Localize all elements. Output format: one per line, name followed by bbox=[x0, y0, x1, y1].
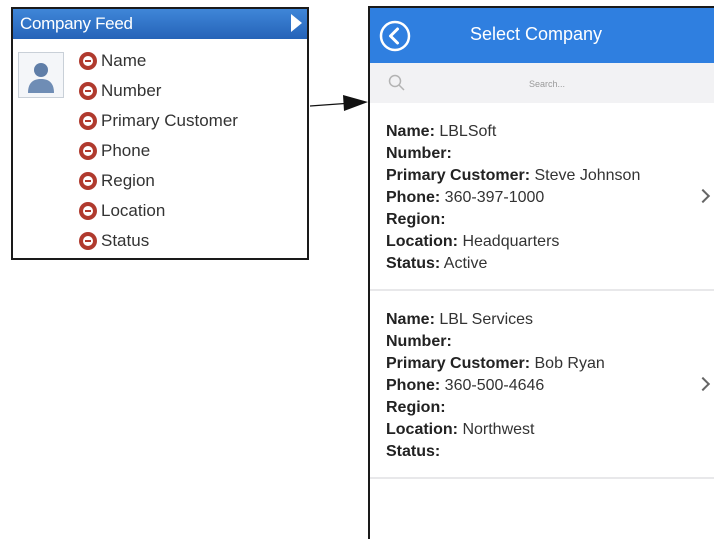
company-field-label: Phone: bbox=[386, 189, 441, 206]
phone-header: Select Company bbox=[370, 8, 714, 63]
company-field-line: Status: Active bbox=[386, 253, 702, 275]
company-field-line: Region: bbox=[386, 209, 702, 231]
company-field-label: Number: bbox=[386, 333, 452, 350]
company-field-value: 360-500-4646 bbox=[444, 377, 545, 394]
company-field-line: Number: bbox=[386, 331, 702, 353]
company-field-value: LBLSoft bbox=[439, 123, 497, 140]
company-field-line: Phone: 360-500-4646 bbox=[386, 375, 702, 397]
company-field-value: 360-397-1000 bbox=[444, 189, 545, 206]
company-field-line: Region: bbox=[386, 397, 702, 419]
stage: Company Feed Name Number Primary Customer P… bbox=[0, 0, 714, 539]
search-input[interactable] bbox=[420, 72, 674, 96]
company-field-line: Primary Customer: Bob Ryan bbox=[386, 353, 702, 375]
company-field-label: Region: bbox=[386, 399, 446, 416]
company-field-value: Active bbox=[443, 255, 488, 272]
company-field-label: Name: bbox=[386, 311, 435, 328]
company-list-item[interactable]: Name: LBL Services Number: Primary Custom… bbox=[370, 291, 714, 479]
company-field-line: Status: bbox=[386, 441, 702, 463]
company-field-value: Bob Ryan bbox=[534, 355, 605, 372]
company-field-label: Status: bbox=[386, 443, 441, 460]
search-icon bbox=[388, 74, 405, 91]
company-field-label: Primary Customer: bbox=[386, 355, 531, 372]
phone-screen: Select Company Name: LBLSoft Number: Prim… bbox=[368, 6, 714, 539]
company-list-item[interactable]: Name: LBLSoft Number: Primary Customer: S… bbox=[370, 103, 714, 291]
page-title: Select Company bbox=[469, 24, 603, 44]
company-field-line: Phone: 360-397-1000 bbox=[386, 187, 702, 209]
company-field-label: Phone: bbox=[386, 377, 441, 394]
company-field-line: Primary Customer: Steve Johnson bbox=[386, 165, 702, 187]
company-field-label: Location: bbox=[386, 421, 458, 438]
company-field-label: Location: bbox=[386, 233, 458, 250]
company-field-line: Number: bbox=[386, 143, 702, 165]
company-field-value: LBL Services bbox=[439, 311, 534, 328]
company-field-value: Northwest bbox=[462, 421, 535, 438]
company-field-line: Location: Northwest bbox=[386, 419, 702, 441]
company-field-line: Location: Headquarters bbox=[386, 231, 702, 253]
company-field-line: Name: LBL Services bbox=[386, 309, 702, 331]
company-field-label: Primary Customer: bbox=[386, 167, 531, 184]
company-field-label: Region: bbox=[386, 211, 446, 228]
company-field-label: Status: bbox=[386, 255, 441, 272]
company-list: Name: LBLSoft Number: Primary Customer: S… bbox=[370, 103, 714, 479]
search-bar bbox=[370, 63, 714, 103]
company-field-label: Number: bbox=[386, 145, 452, 162]
company-field-value: Steve Johnson bbox=[534, 167, 641, 184]
company-field-label: Name: bbox=[386, 123, 435, 140]
company-field-line: Name: LBLSoft bbox=[386, 121, 702, 143]
company-field-value: Headquarters bbox=[462, 233, 560, 250]
